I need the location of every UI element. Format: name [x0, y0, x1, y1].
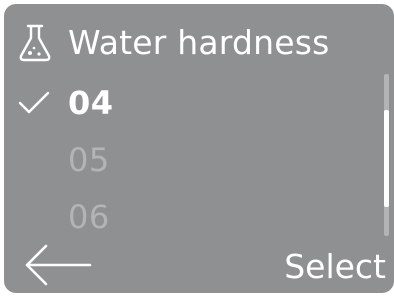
- header: Water hardness: [18, 21, 330, 65]
- scrollbar[interactable]: [384, 74, 389, 236]
- list-item-value: 05: [68, 140, 110, 179]
- hardness-list: 04 05 06: [18, 74, 358, 245]
- list-item-value: 06: [68, 197, 110, 236]
- list-item-selected[interactable]: 04: [18, 74, 358, 131]
- checkmark-icon: [18, 83, 68, 123]
- flask-icon: [18, 24, 52, 62]
- water-hardness-panel: Water hardness 04 05 06 Select: [4, 4, 394, 293]
- select-button[interactable]: Select: [284, 244, 386, 290]
- list-item-value: 04: [68, 83, 114, 122]
- arrow-left-icon: [24, 242, 92, 292]
- list-item[interactable]: 05: [18, 131, 358, 188]
- scrollbar-thumb[interactable]: [384, 109, 389, 207]
- back-button[interactable]: [24, 244, 92, 290]
- page-title: Water hardness: [68, 23, 330, 62]
- list-item[interactable]: 06: [18, 188, 358, 245]
